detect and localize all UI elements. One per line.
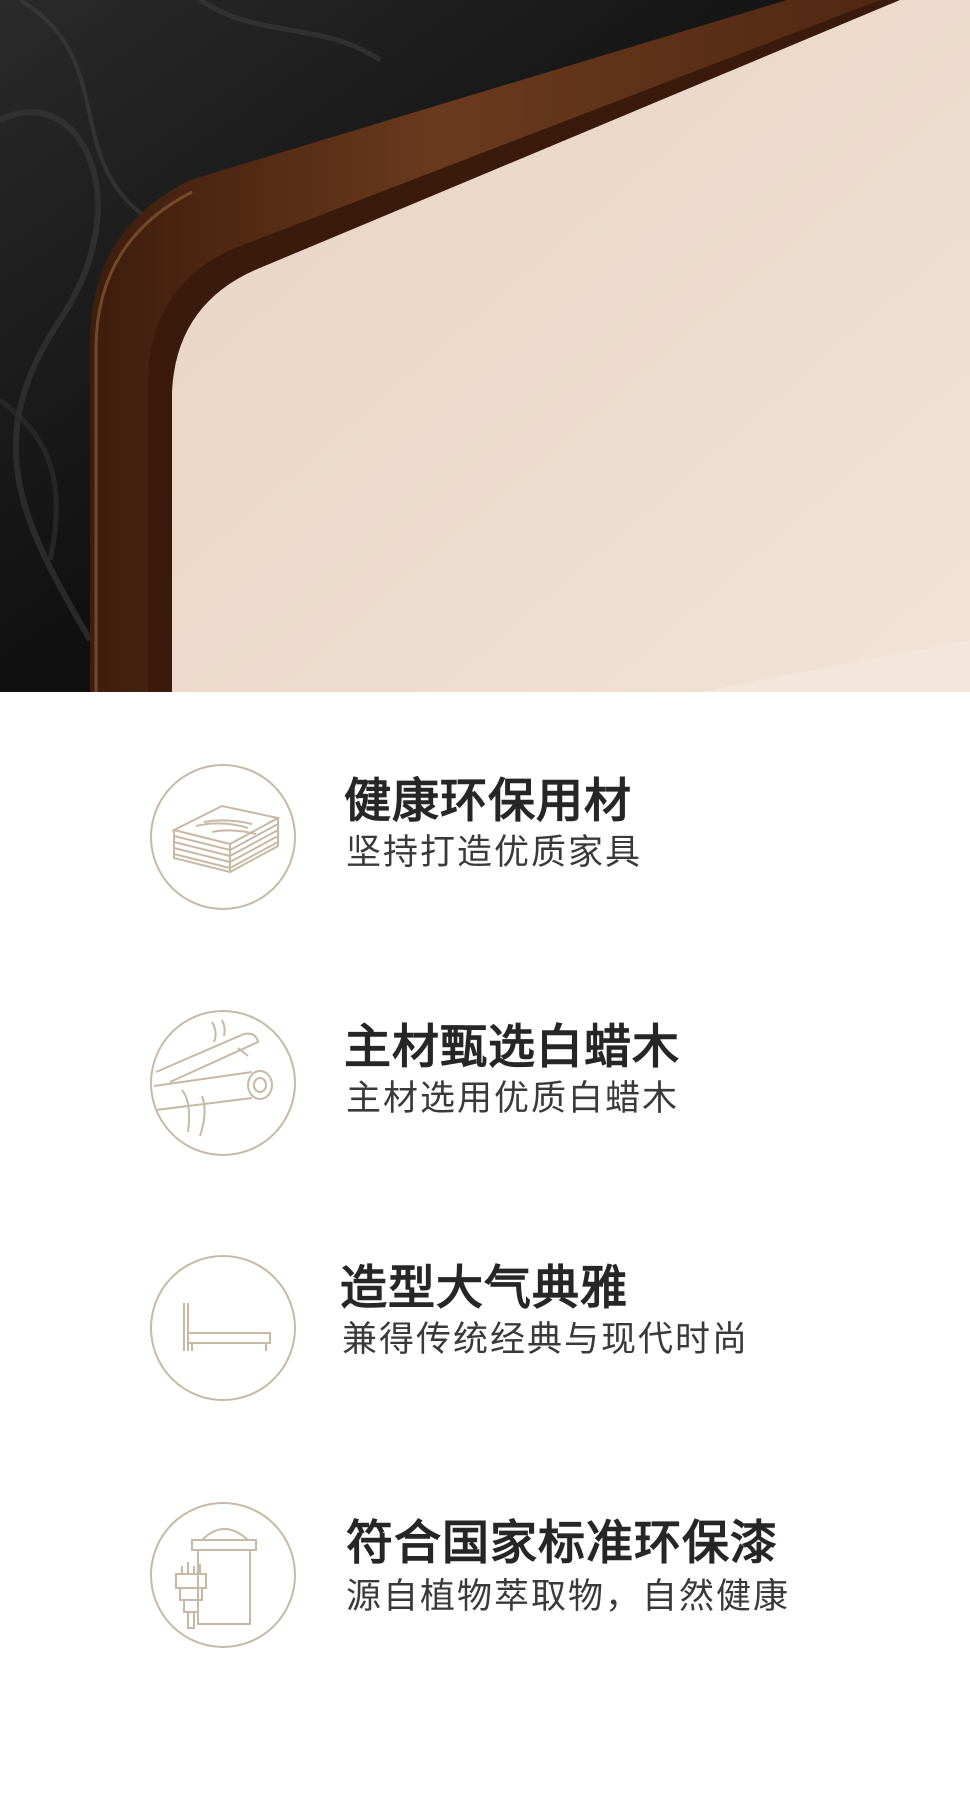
feature-title: 健康环保用材 [344,774,632,829]
feature-subtitle: 坚持打造优质家具 [346,833,643,873]
feature-item: 符合国家标准环保漆 源自植物萃取物，自然健康 [0,1502,970,1652]
feature-item: 健康环保用材 坚持打造优质家具 [0,764,970,914]
feature-item: 造型大气典雅 兼得传统经典与现代时尚 [0,1255,970,1405]
hero-product-photo [0,0,970,692]
feature-icon-circle [150,1502,296,1648]
feature-title: 符合国家标准环保漆 [346,1516,778,1571]
feature-subtitle: 源自植物萃取物，自然健康 [346,1577,791,1617]
bed-icon [183,1303,271,1351]
log-icon [153,1019,273,1137]
feature-title: 主材甄选白蜡木 [344,1020,680,1075]
feature-subtitle: 兼得传统经典与现代时尚 [342,1320,750,1360]
feature-icon-circle [150,764,296,910]
feature-list: 健康环保用材 坚持打造优质家具 主材甄选白蜡木 主材选用优质白蜡木 造型大气典雅… [0,692,970,1816]
headboard-illustration [0,0,970,692]
wood-planks-icon [171,804,281,874]
paint-can-brush-icon [175,1528,257,1629]
feature-title: 造型大气典雅 [340,1261,628,1316]
feature-subtitle: 主材选用优质白蜡木 [346,1079,680,1119]
feature-item: 主材甄选白蜡木 主材选用优质白蜡木 [0,1010,970,1160]
feature-icon-circle [150,1255,296,1401]
feature-icon-circle [150,1010,296,1156]
